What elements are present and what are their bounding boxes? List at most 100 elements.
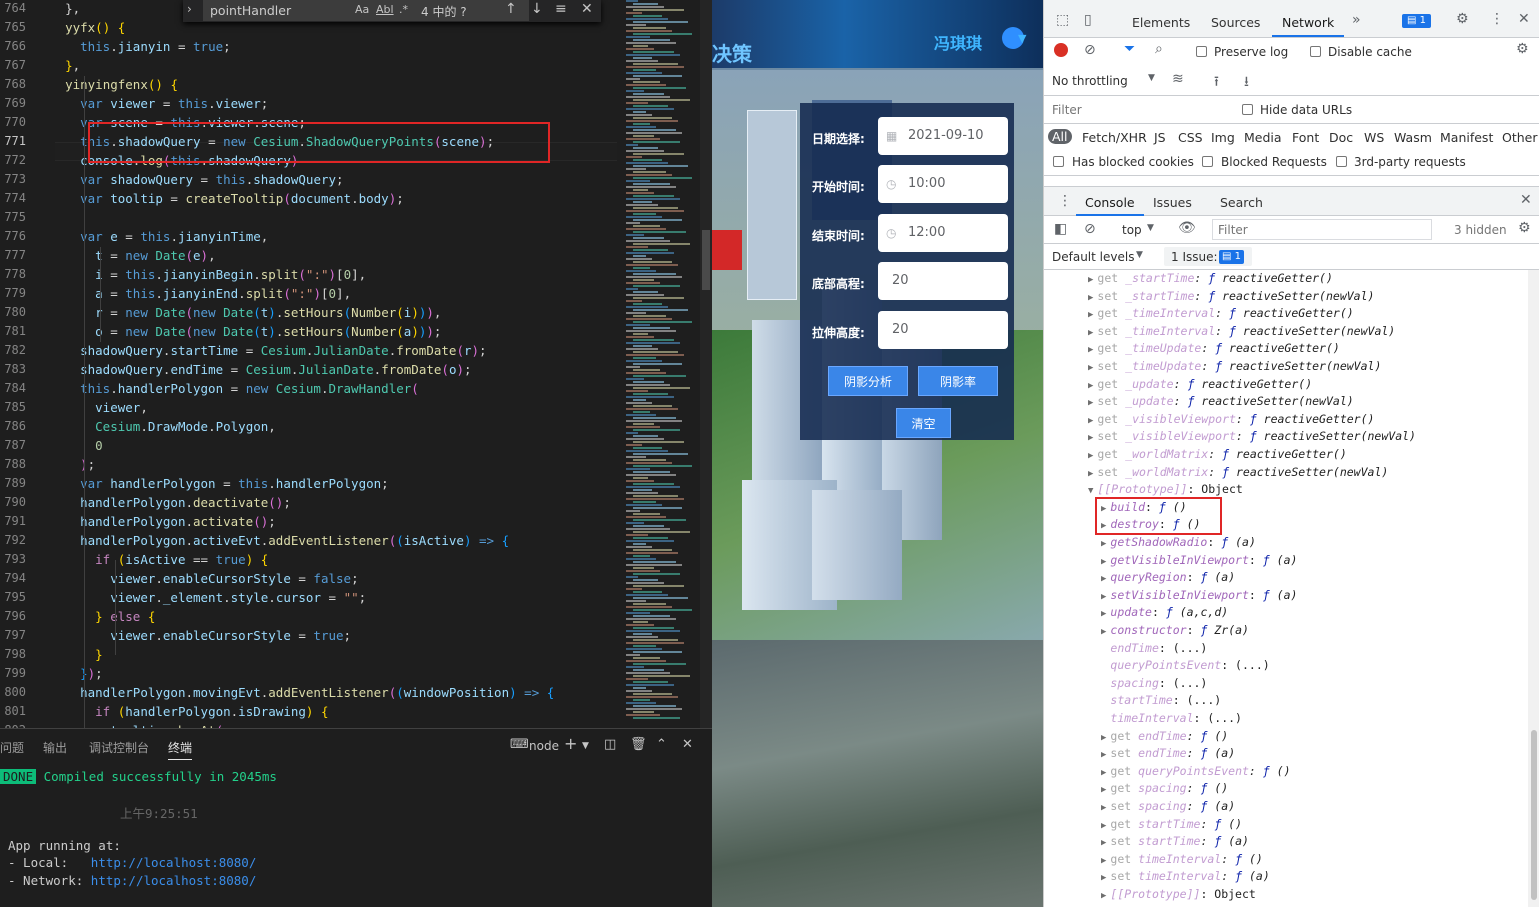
console-settings-icon[interactable]: ⚙ xyxy=(1518,220,1531,236)
tab-network[interactable]: Network xyxy=(1282,15,1334,30)
minimap[interactable] xyxy=(626,0,700,728)
device-toolbar-icon[interactable]: ▯ xyxy=(1084,12,1092,28)
previous-match-icon[interactable]: ↑ xyxy=(505,1,517,17)
kebab-menu-icon[interactable]: ⋮ xyxy=(1490,11,1504,27)
filter-css[interactable]: CSS xyxy=(1178,130,1203,145)
code-line[interactable]: r = new Date(new Date(t).setHours(Number… xyxy=(50,303,441,322)
inspect-element-icon[interactable]: ⬚ xyxy=(1056,12,1069,28)
search-icon[interactable]: ⌕ xyxy=(1155,41,1163,57)
console-property-row[interactable]: ▶ set _visibleViewport: ƒ reactiveSetter(… xyxy=(1088,428,1416,446)
cesium-app-view[interactable]: 决策 冯琪琪 ▼ 日期选择: ▦ 2021-09-10 开始时间: ◷ 10:00 … xyxy=(712,0,1043,907)
filter-media[interactable]: Media xyxy=(1244,130,1282,145)
terminal-shell-name[interactable]: node xyxy=(529,739,559,753)
code-line[interactable]: viewer.enableCursorStyle = false; xyxy=(50,569,358,588)
filter-fetch-xhr[interactable]: Fetch/XHR xyxy=(1082,130,1147,145)
code-line[interactable]: ); xyxy=(50,455,95,474)
network-filter-input[interactable]: Filter xyxy=(1052,103,1082,117)
issue-count-badge[interactable]: ▤ 1 xyxy=(1219,250,1245,264)
code-editor[interactable]: 764 765 766 767 768 769 770 771 772 773 774 775 776 7… xyxy=(0,0,712,728)
record-icon[interactable] xyxy=(1054,43,1068,57)
console-property-row[interactable]: ▶ update: ƒ (a,c,d) xyxy=(1101,604,1228,622)
code-line[interactable]: yyfx() { xyxy=(50,18,125,37)
filter-icon[interactable]: ⏷ xyxy=(1124,41,1135,57)
filter-js[interactable]: JS xyxy=(1154,130,1166,145)
filter-font[interactable]: Font xyxy=(1292,130,1319,145)
eye-icon[interactable]: 👁 xyxy=(1178,220,1196,236)
console-property-row[interactable]: ▶spacing: (...) xyxy=(1101,675,1207,693)
filter-doc[interactable]: Doc xyxy=(1329,130,1353,145)
console-property-row[interactable]: ▶ set _timeInterval: ƒ reactiveSetter(new… xyxy=(1088,323,1395,341)
console-property-row[interactable]: ▶ get timeInterval: ƒ () xyxy=(1101,851,1263,869)
console-property-row[interactable]: ▶ get startTime: ƒ () xyxy=(1101,816,1242,834)
chevron-down-icon[interactable]: ▼ xyxy=(1147,223,1154,233)
code-line[interactable]: this.handlerPolygon = new Cesium.DrawHan… xyxy=(50,379,419,398)
network-url-link[interactable]: http://localhost:8080/ xyxy=(91,873,257,888)
more-tabs-icon[interactable]: » xyxy=(1352,12,1361,28)
code-line[interactable]: }, xyxy=(50,0,80,18)
code-line[interactable]: handlerPolygon.movingEvt.addEventListene… xyxy=(50,683,554,702)
code-line[interactable]: viewer.enableCursorStyle = true; xyxy=(50,626,351,645)
disable-cache-checkbox[interactable] xyxy=(1310,46,1321,57)
console-property-row[interactable]: ▶ get _update: ƒ reactiveGetter() xyxy=(1088,376,1312,394)
has-blocked-cookies-checkbox[interactable] xyxy=(1053,156,1064,167)
code-line[interactable]: }, xyxy=(50,56,80,75)
code-line[interactable]: handlerPolygon.activeEvt.addEventListene… xyxy=(50,531,509,550)
code-line[interactable]: tooltip.showAt( xyxy=(50,721,223,728)
console-property-row[interactable]: ▶ get _worldMatrix: ƒ reactiveGetter() xyxy=(1088,446,1347,464)
code-line[interactable]: var handlerPolygon = this.handlerPolygon… xyxy=(50,474,389,493)
close-panel-icon[interactable]: ✕ xyxy=(682,737,693,752)
chevron-down-icon[interactable]: ▼ xyxy=(1136,250,1143,260)
code-line[interactable]: a = this.jianyinEnd.split(":")[0], xyxy=(50,284,351,303)
toggle-replace-icon[interactable]: › xyxy=(187,2,192,16)
scrollbar-thumb[interactable] xyxy=(1531,730,1537,900)
shadow-rate-button[interactable]: 阴影率 xyxy=(918,366,998,396)
console-property-row[interactable]: ▶ getShadowRadio: ƒ (a) xyxy=(1101,534,1256,552)
base-height-input[interactable]: 20 xyxy=(878,262,1008,300)
preserve-log-checkbox[interactable] xyxy=(1196,46,1207,57)
console-property-row[interactable]: ▶endTime: (...) xyxy=(1101,640,1207,658)
split-terminal-icon[interactable]: ◫ xyxy=(604,737,616,752)
network-settings-icon[interactable]: ⚙ xyxy=(1516,41,1529,57)
console-property-row[interactable]: ▶ set startTime: ƒ (a) xyxy=(1101,833,1249,851)
console-property-row[interactable]: ▶ set spacing: ƒ (a) xyxy=(1101,798,1235,816)
download-icon[interactable]: ⭳ xyxy=(1244,71,1249,95)
tab-console[interactable]: Console xyxy=(1085,195,1135,210)
third-party-checkbox[interactable] xyxy=(1336,156,1347,167)
chevron-down-icon[interactable]: ▼ xyxy=(1148,73,1155,83)
console-filter-input[interactable]: Filter xyxy=(1212,219,1432,240)
console-property-row[interactable]: ▶ set _update: ƒ reactiveSetter(newVal) xyxy=(1088,393,1354,411)
code-line[interactable]: } xyxy=(50,645,103,664)
editor-scrollbar[interactable] xyxy=(700,0,712,728)
tab-issues[interactable]: Issues xyxy=(1153,195,1192,210)
clear-button[interactable]: 清空 xyxy=(896,408,951,438)
console-property-row[interactable]: ▶ set _timeUpdate: ƒ reactiveSetter(newVa… xyxy=(1088,358,1381,376)
tab-problems[interactable]: 问题 xyxy=(0,739,24,756)
chevron-down-icon[interactable]: ▼ xyxy=(582,741,589,751)
local-url-link[interactable]: http://localhost:8080/ xyxy=(91,855,257,870)
tab-search[interactable]: Search xyxy=(1220,195,1263,210)
code-line[interactable]: i = this.jianyinBegin.split(":")[0], xyxy=(50,265,366,284)
console-property-row[interactable]: ▶ getVisibleInViewport: ƒ (a) xyxy=(1101,552,1297,570)
close-drawer-icon[interactable]: ✕ xyxy=(1520,192,1532,208)
console-scrollbar[interactable] xyxy=(1528,270,1539,907)
close-icon[interactable]: ✕ xyxy=(1518,11,1530,27)
match-case-toggle[interactable]: Aa xyxy=(355,3,369,16)
console-property-row[interactable]: ▶queryPointsEvent: (...) xyxy=(1101,657,1269,675)
maximize-panel-icon[interactable]: ⌃ xyxy=(656,737,667,752)
find-in-selection-icon[interactable]: ≡ xyxy=(555,1,567,17)
console-property-row[interactable]: ▶ set endTime: ƒ (a) xyxy=(1101,745,1235,763)
caret-down-icon[interactable]: ▼ xyxy=(1018,32,1026,45)
extrude-height-input[interactable]: 20 xyxy=(878,311,1008,349)
messages-badge[interactable]: ▤ 1 xyxy=(1402,14,1432,28)
console-property-row[interactable]: ▶ set timeInterval: ƒ (a) xyxy=(1101,868,1270,886)
console-property-row[interactable]: ▶ get _startTime: ƒ reactiveGetter() xyxy=(1088,270,1333,288)
upload-icon[interactable]: ⭱ xyxy=(1214,71,1219,95)
tab-output[interactable]: 输出 xyxy=(43,739,67,756)
filter-other[interactable]: Other xyxy=(1502,130,1538,145)
console-property-row[interactable]: ▶ setVisibleInViewport: ƒ (a) xyxy=(1101,587,1297,605)
wifi-icon[interactable]: ≋ xyxy=(1172,71,1184,87)
user-name[interactable]: 冯琪琪 xyxy=(934,30,982,54)
code-line[interactable]: shadowQuery.startTime = Cesium.JulianDat… xyxy=(50,341,486,360)
code-line[interactable]: var viewer = this.viewer; xyxy=(50,94,268,113)
filter-manifest[interactable]: Manifest xyxy=(1440,130,1493,145)
